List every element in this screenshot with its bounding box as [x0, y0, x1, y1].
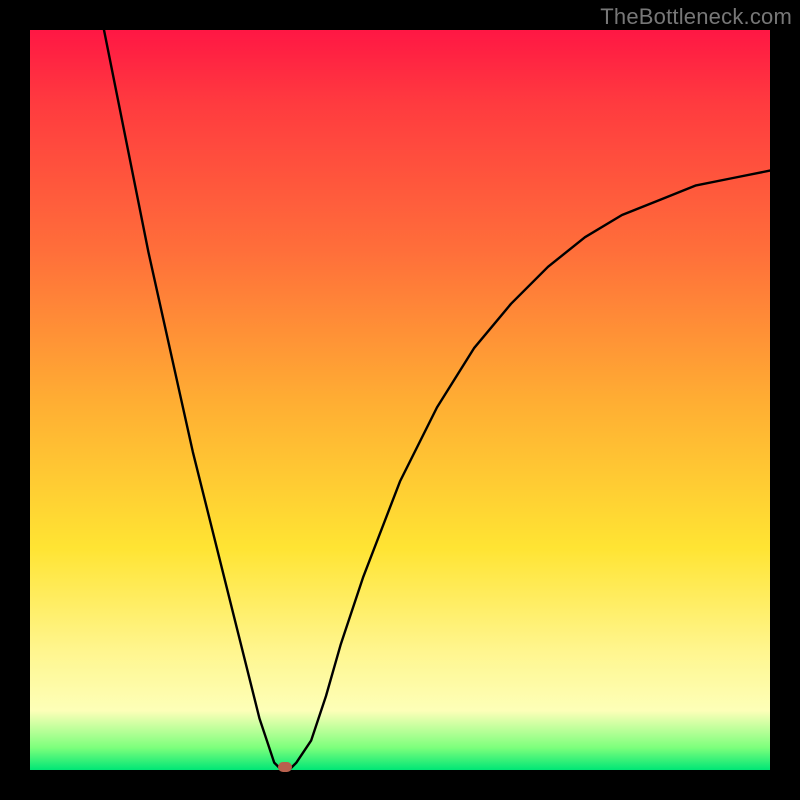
watermark-text: TheBottleneck.com: [600, 4, 792, 30]
plot-area: [30, 30, 770, 770]
bottleneck-curve: [30, 30, 770, 770]
optimal-marker: [278, 762, 292, 772]
chart-frame: TheBottleneck.com: [0, 0, 800, 800]
